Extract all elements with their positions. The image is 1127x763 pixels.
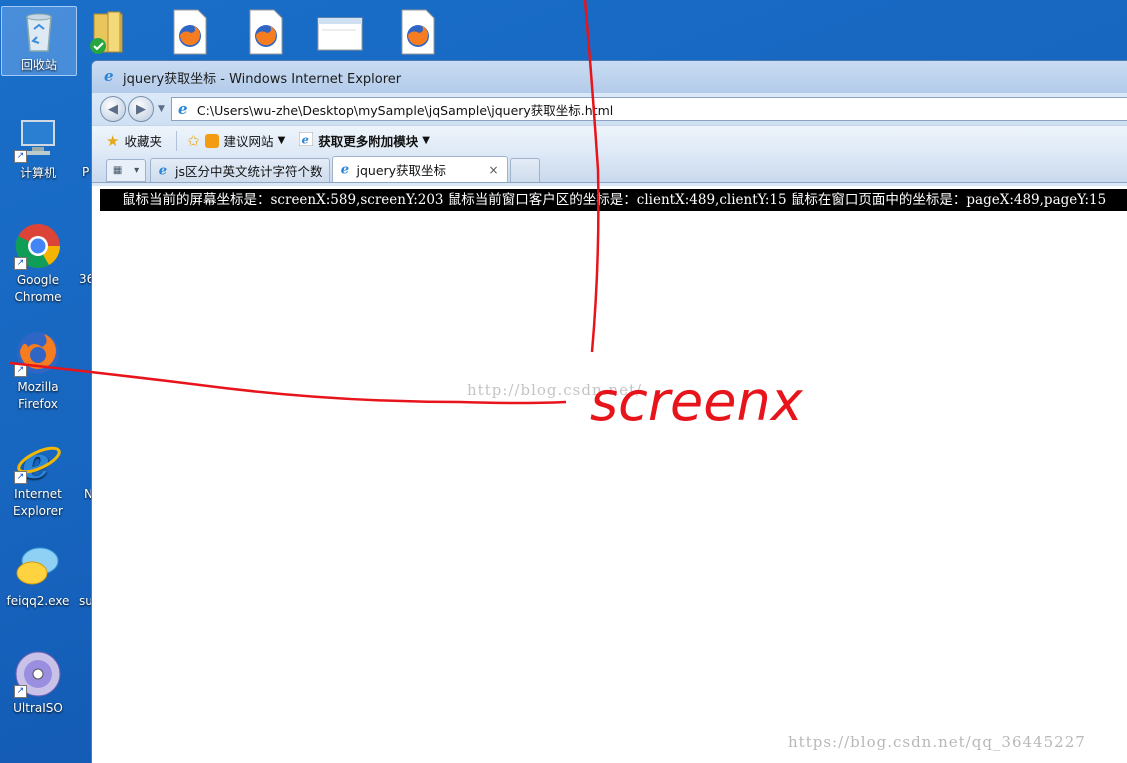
desktop-icon-firefox[interactable]: ↗ Mozilla Firefox: [0, 329, 76, 413]
forward-button[interactable]: ▶: [128, 96, 154, 122]
history-dropdown-icon[interactable]: ▼: [158, 104, 165, 114]
address-text: C:\Users\wu-zhe\Desktop\mySample\jqSampl…: [196, 102, 614, 118]
window-titlebar[interactable]: e jquery获取坐标 - Windows Internet Explorer: [92, 61, 1127, 93]
desktop-icon-recycle-bin[interactable]: 回收站: [1, 6, 77, 76]
shortcut-arrow-icon: ↗: [14, 685, 27, 698]
chrome-icon: ↗: [14, 222, 62, 270]
svg-text:e: e: [104, 67, 114, 83]
close-tab-icon[interactable]: ×: [488, 163, 498, 177]
desktop-icon-label: UltraISO: [13, 701, 63, 715]
tab-label: js区分中英文统计字符个数: [175, 164, 323, 179]
folder-icon[interactable]: [86, 8, 134, 56]
coordinates-readout: 鼠标当前的屏幕坐标是：screenX:589,screenY:203 鼠标当前窗…: [100, 189, 1127, 211]
desktop-icon-label: Mozilla Firefox: [17, 380, 59, 411]
ie-icon: e: [339, 161, 353, 178]
chevron-down-icon: ▼: [277, 135, 286, 146]
firefox-html-file-icon[interactable]: [166, 8, 214, 56]
watermark-center: http://blog.csdn.net/: [467, 381, 643, 399]
computer-icon: ↗: [14, 115, 62, 163]
chevron-down-icon: ▼: [422, 135, 430, 146]
add-to-favorites-bar-button[interactable]: ✩ 建议网站 ▼: [187, 131, 285, 150]
more-addons-label: 获取更多附加模块: [318, 134, 419, 149]
desktop-icon-label: 回收站: [20, 58, 57, 72]
recycle-bin-icon: [15, 7, 63, 55]
tab-jquery-coords[interactable]: e jquery获取坐标 ×: [331, 156, 508, 182]
tab-label: jquery获取坐标: [356, 163, 447, 178]
back-button[interactable]: ◀: [100, 96, 126, 122]
firefox-html-file-icon[interactable]: [242, 8, 290, 56]
svg-text:e: e: [159, 163, 167, 176]
separator: [175, 130, 177, 151]
firefox-html-file-icon[interactable]: [394, 8, 442, 56]
quick-tabs-button[interactable]: ▦ ▾: [106, 159, 146, 182]
grid-icon: ▦: [112, 165, 123, 176]
firefox-icon: ↗: [14, 329, 62, 377]
shortcut-arrow-icon: ↗: [14, 471, 27, 484]
ie-icon: e: [102, 67, 118, 87]
tab-js-count[interactable]: e js区分中英文统计字符个数: [150, 158, 330, 182]
desktop-icon-label: Google Chrome: [14, 273, 62, 304]
favorites-bar: ★ 收藏夹 ✩ 建议网站 ▼ e 获取更多附加模块 ▼: [92, 125, 1127, 155]
new-tab-button[interactable]: [509, 158, 540, 182]
desktop-icon-label: Internet Explorer: [13, 487, 63, 518]
desktop-icon-internet-explorer[interactable]: e ↗ Internet Explorer: [0, 436, 76, 520]
suggested-sites-icon: [204, 133, 219, 148]
page-icon: e: [176, 100, 192, 119]
star-icon: ★: [106, 131, 120, 150]
window-title: jquery获取坐标 - Windows Internet Explorer: [123, 71, 402, 87]
shortcut-arrow-icon: ↗: [14, 257, 27, 270]
desktop-icon-feiqq2[interactable]: feiqq2.exe: [0, 543, 76, 610]
tab-bar: ▦ ▾ e js区分中英文统计字符个数 e jquery获取坐标 ×: [92, 155, 1127, 183]
address-bar[interactable]: e C:\Users\wu-zhe\Desktop\mySample\jqSam…: [170, 97, 1127, 121]
feiq-icon: [14, 543, 62, 591]
more-addons-button[interactable]: e 获取更多附加模块 ▼: [298, 131, 430, 150]
desktop-icon-computer[interactable]: ↗ 计算机: [0, 115, 76, 182]
desktop-icon-chrome[interactable]: ↗ Google Chrome: [0, 222, 76, 306]
navigation-bar: ◀ ▶ ▼ e C:\Users\wu-zhe\Desktop\mySample…: [92, 93, 1127, 125]
shortcut-arrow-icon: ↗: [14, 364, 27, 377]
svg-text:e: e: [340, 162, 348, 175]
favorites-label: 收藏夹: [124, 134, 162, 149]
ultraiso-icon: ↗: [14, 650, 62, 698]
suggested-sites-label: 建议网站: [223, 134, 274, 149]
desktop-icon-ultraiso[interactable]: ↗ UltraISO: [0, 650, 76, 717]
svg-text:e: e: [302, 132, 309, 146]
ie-icon: e ↗: [14, 436, 62, 489]
desktop-icon-label: 计算机: [19, 166, 56, 180]
window-thumbnail-icon[interactable]: [316, 8, 364, 56]
ie-window: e jquery获取坐标 - Windows Internet Explorer…: [91, 60, 1127, 763]
add-favorite-icon: ✩: [186, 131, 200, 150]
page-content: 鼠标当前的屏幕坐标是：screenX:589,screenY:203 鼠标当前窗…: [92, 186, 1127, 763]
ie-icon: e: [157, 162, 171, 179]
chevron-down-icon: ▾: [134, 165, 140, 176]
ie-icon: e: [298, 131, 314, 149]
shortcut-arrow-icon: ↗: [14, 150, 27, 163]
favorites-button[interactable]: ★ 收藏夹: [106, 131, 162, 150]
desktop-icon-label: feiqq2.exe: [6, 594, 70, 608]
svg-text:e: e: [178, 100, 188, 116]
watermark-corner: https://blog.csdn.net/qq_36445227: [788, 733, 1086, 751]
partial-desktop-label: P: [82, 165, 90, 179]
